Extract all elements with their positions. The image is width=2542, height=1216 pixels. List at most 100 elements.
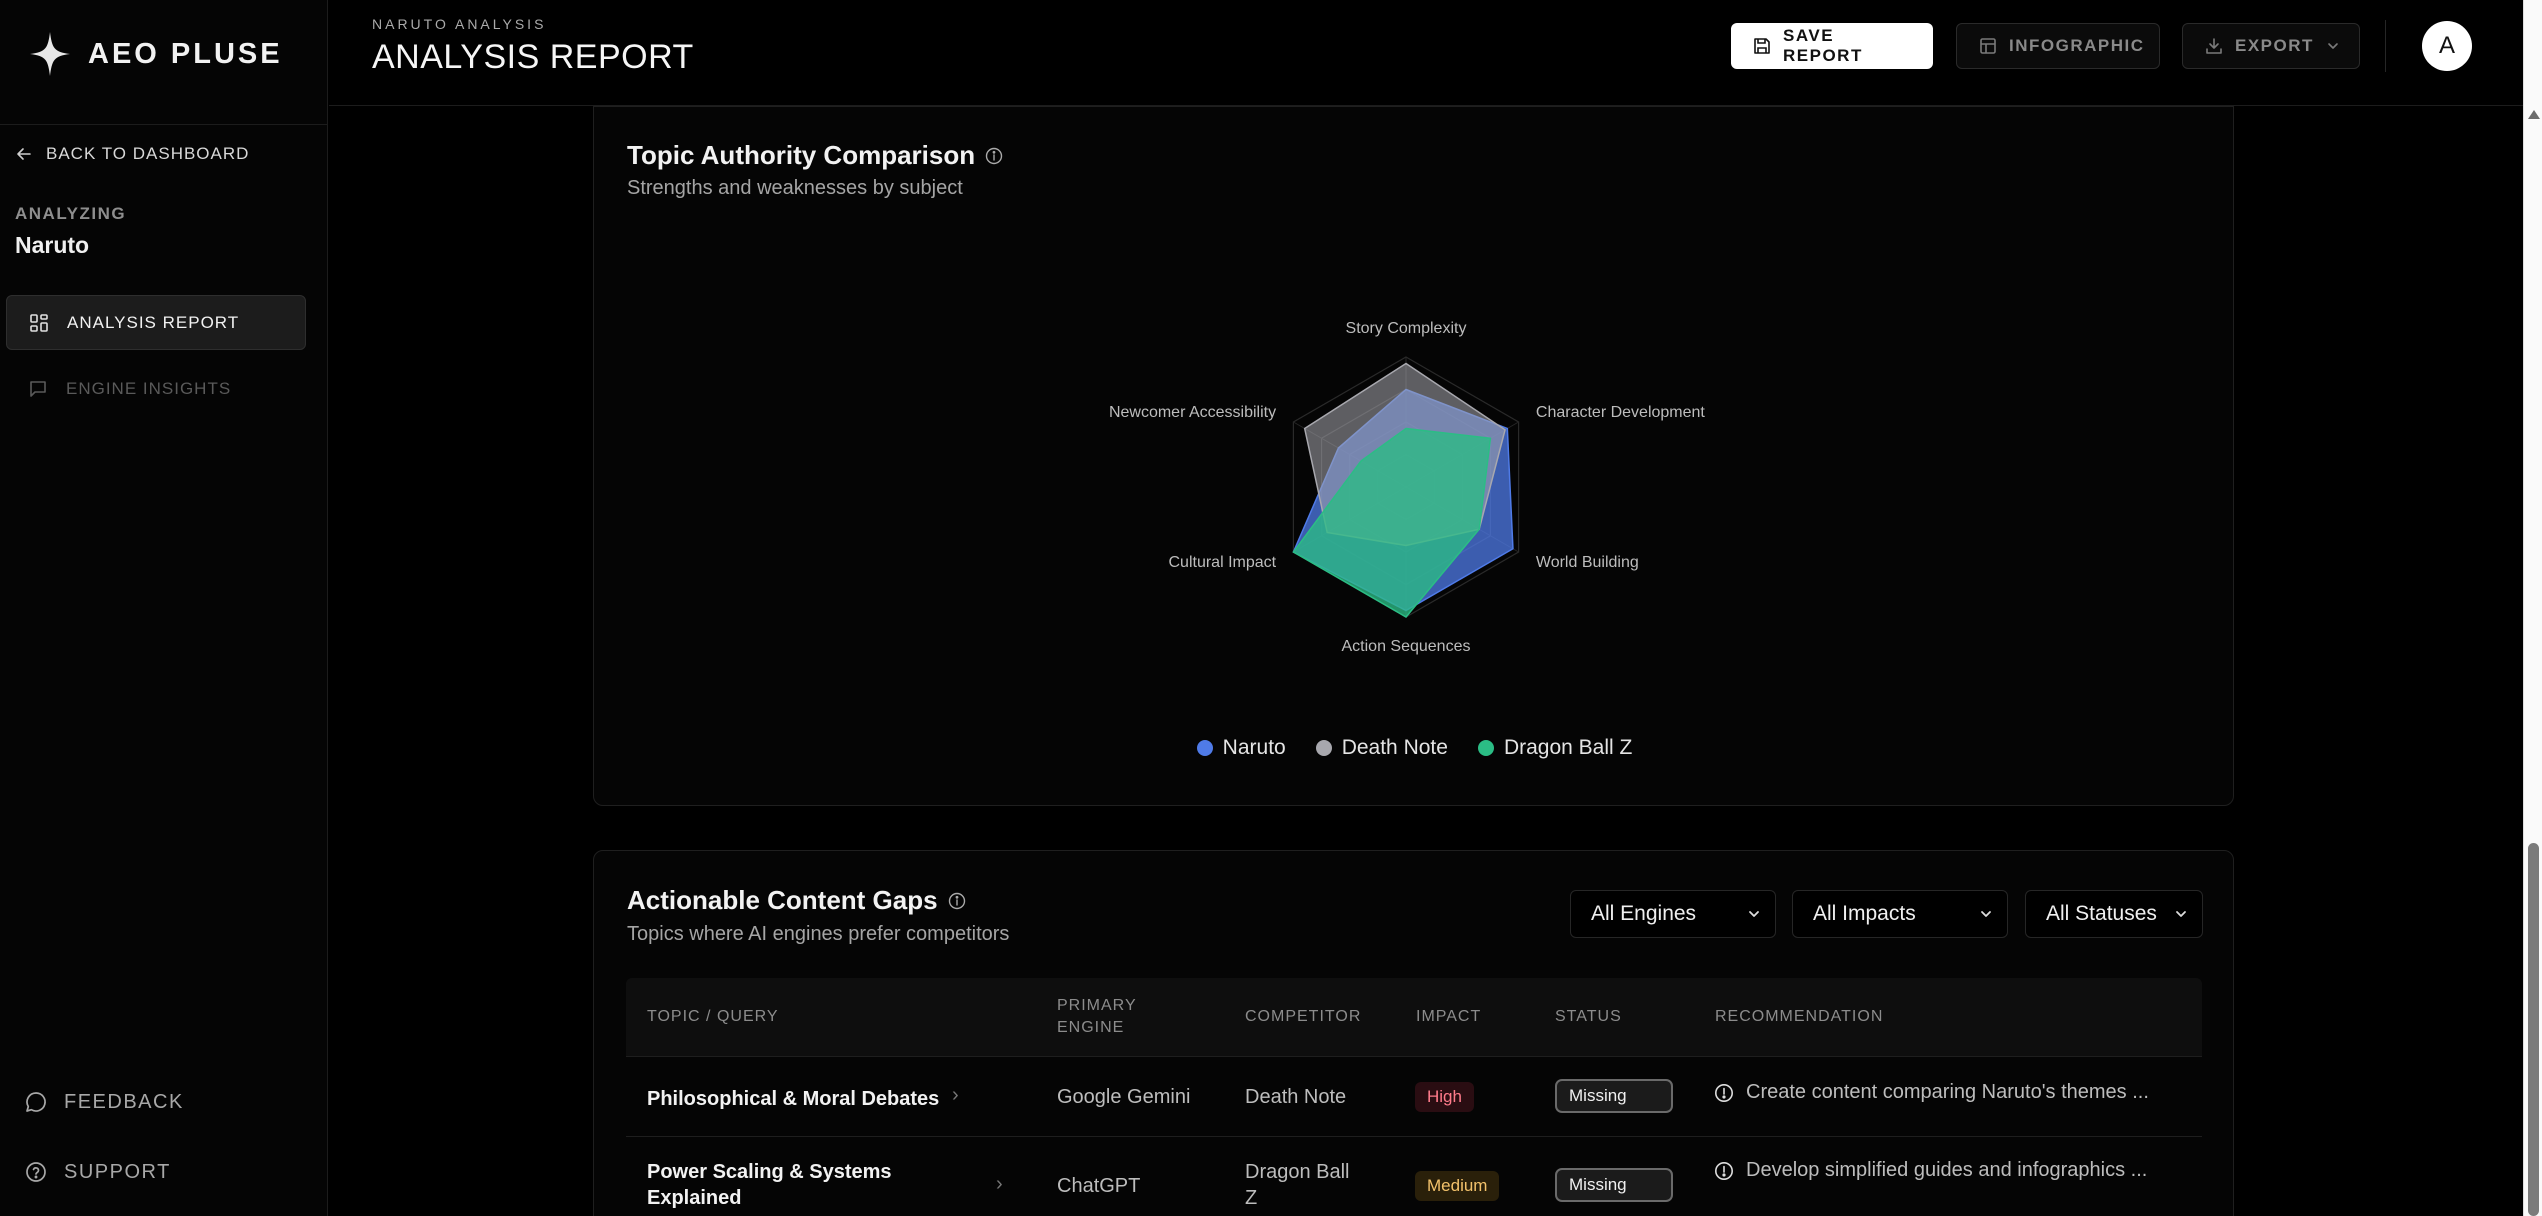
arrow-left-icon [16, 146, 32, 162]
page-title: ANALYSIS REPORT [372, 38, 694, 76]
scroll-thumb[interactable] [2528, 843, 2539, 1216]
col-engine-line1: PRIMARY [1057, 997, 1137, 1014]
layout-icon [1979, 37, 1997, 55]
page-scrollbar[interactable] [2523, 0, 2542, 1216]
col-status: STATUS [1555, 1008, 1622, 1025]
help-circle-icon [24, 1160, 48, 1184]
row-recommendation: Create content comparing Naruto's themes… [1714, 1081, 2184, 1104]
content-gaps-title: Actionable Content Gaps [627, 885, 966, 916]
table-header: TOPIC / QUERY PRIMARY ENGINE COMPETITOR … [626, 978, 2202, 1056]
chevron-down-icon [2326, 39, 2340, 53]
table-row[interactable]: Philosophical & Moral Debates › Google G… [626, 1056, 2202, 1136]
topic-authority-title: Topic Authority Comparison [627, 140, 1003, 171]
sidebar-item-engine-insights[interactable]: ENGINE INSIGHTS [6, 361, 306, 416]
user-avatar[interactable]: A [2422, 21, 2472, 71]
row-engine: ChatGPT [1057, 1175, 1141, 1197]
impact-badge: High [1415, 1082, 1474, 1112]
legend-swatch [1196, 740, 1213, 756]
chevron-down-icon [1979, 907, 1993, 921]
save-report-button[interactable]: SAVE REPORT [1731, 23, 1933, 69]
table-row[interactable]: Power Scaling & Systems Explained › Chat… [626, 1136, 2202, 1216]
engine-filter-select[interactable]: All Engines [1570, 890, 1776, 938]
row-competitor: Dragon Ball [1245, 1161, 1350, 1183]
sidebar-item-label: ENGINE INSIGHTS [66, 378, 232, 398]
chevron-right-icon[interactable]: › [952, 1084, 959, 1107]
sidebar-item-label: ANALYSIS REPORT [67, 312, 240, 332]
col-recommendation: RECOMMENDATION [1715, 1008, 1884, 1025]
row-topic[interactable]: Power Scaling & Systems [647, 1159, 892, 1185]
recommendation-text: Create content comparing Naruto's themes… [1746, 1081, 2149, 1103]
row-recommendation: Develop simplified guides and infographi… [1714, 1159, 2184, 1182]
status-select[interactable]: Missing [1555, 1079, 1673, 1113]
col-impact: IMPACT [1416, 1008, 1482, 1025]
legend-swatch [1315, 740, 1332, 756]
feedback-link[interactable]: FEEDBACK [24, 1087, 184, 1117]
legend-items: Naruto Death Note Dragon Ball Z [1196, 736, 1633, 760]
content-gaps-subtitle: Topics where AI engines prefer competito… [627, 923, 1010, 945]
recommendation-text: Develop simplified guides and infographi… [1746, 1159, 2148, 1181]
support-link[interactable]: SUPPORT [24, 1157, 171, 1187]
radar-axis-label: World Building [1536, 554, 1639, 571]
impact-filter-select[interactable]: All Impacts [1792, 890, 2008, 938]
alert-circle-icon [1714, 1161, 1734, 1181]
app-root: AEO PLUSE BACK TO DASHBOARD ANALYZING Na… [0, 0, 2542, 1216]
engine-filter-value: All Engines [1591, 902, 1697, 925]
topic-authority-title-text: Topic Authority Comparison [627, 140, 976, 170]
sparkle-logo-icon [30, 32, 70, 76]
col-competitor: COMPETITOR [1245, 1008, 1362, 1025]
top-header: NARUTO ANALYSIS ANALYSIS REPORT SAVE REP… [329, 0, 2523, 106]
legend-item[interactable]: Dragon Ball Z [1477, 736, 1633, 760]
col-topic: TOPIC / QUERY [647, 1008, 779, 1025]
content-gaps-title-text: Actionable Content Gaps [627, 885, 938, 915]
infographic-label: INFOGRAPHIC [2009, 36, 2145, 55]
chart-legend: Naruto Death Note Dragon Ball Z [594, 733, 2235, 763]
topic-authority-subtitle: Strengths and weaknesses by subject [627, 177, 963, 199]
col-engine-line2: ENGINE [1057, 1019, 1125, 1036]
analyzing-value: Naruto [15, 232, 90, 258]
impact-filter-value: All Impacts [1813, 902, 1916, 925]
export-label: EXPORT [2235, 36, 2314, 55]
status-filter-select[interactable]: All Statuses [2025, 890, 2203, 938]
export-button[interactable]: EXPORT [2182, 23, 2360, 69]
feedback-label: FEEDBACK [64, 1090, 184, 1113]
analyzing-label: ANALYZING [15, 204, 127, 223]
radar-axis-label: Story Complexity [1346, 320, 1467, 337]
sidebar-divider [0, 124, 328, 125]
topic-authority-card: Topic Authority Comparison Strengths and… [593, 106, 2234, 806]
back-link-label: BACK TO DASHBOARD [46, 144, 250, 163]
row-competitor-line2: Z [1245, 1187, 1258, 1209]
infographic-button[interactable]: INFOGRAPHIC [1956, 23, 2160, 69]
row-topic-line2[interactable]: Explained [647, 1185, 741, 1211]
chevron-right-icon[interactable]: › [996, 1173, 1003, 1196]
status-select[interactable]: Missing [1555, 1168, 1673, 1202]
radar-axis-label: Character Development [1536, 404, 1706, 421]
save-report-label: SAVE REPORT [1783, 26, 1863, 65]
page-eyebrow: NARUTO ANALYSIS [372, 16, 547, 32]
scroll-up-arrow-icon[interactable] [2528, 110, 2540, 119]
save-icon [1753, 37, 1771, 55]
radar-axis-label: Action Sequences [1342, 638, 1471, 655]
sidebar: AEO PLUSE BACK TO DASHBOARD ANALYZING Na… [0, 0, 328, 1216]
header-divider [2385, 20, 2386, 72]
alert-circle-icon [1714, 1083, 1734, 1103]
grid-icon [29, 313, 49, 333]
brand-name: AEO PLUSE [88, 37, 283, 70]
legend-item[interactable]: Death Note [1315, 736, 1448, 760]
legend-label: Dragon Ball Z [1503, 736, 1633, 759]
chevron-down-icon [1747, 907, 1761, 921]
download-icon [2205, 37, 2223, 55]
legend-label: Death Note [1341, 736, 1448, 759]
row-topic[interactable]: Philosophical & Moral Debates [647, 1086, 939, 1112]
back-to-dashboard-link[interactable]: BACK TO DASHBOARD [16, 142, 249, 166]
brand[interactable]: AEO PLUSE [30, 30, 283, 78]
message-circle-icon [24, 1090, 48, 1114]
info-icon[interactable] [985, 147, 1003, 165]
radar-axis-label: Cultural Impact [1169, 554, 1277, 571]
impact-badge: Medium [1415, 1171, 1500, 1201]
sidebar-item-analysis-report[interactable]: ANALYSIS REPORT [6, 295, 306, 350]
legend-item[interactable]: Naruto [1196, 736, 1286, 760]
info-icon[interactable] [948, 892, 966, 910]
row-engine: Google Gemini [1057, 1086, 1191, 1108]
status-filter-value: All Statuses [2046, 902, 2157, 925]
radar-axis-label: Newcomer Accessibility [1109, 404, 1276, 421]
